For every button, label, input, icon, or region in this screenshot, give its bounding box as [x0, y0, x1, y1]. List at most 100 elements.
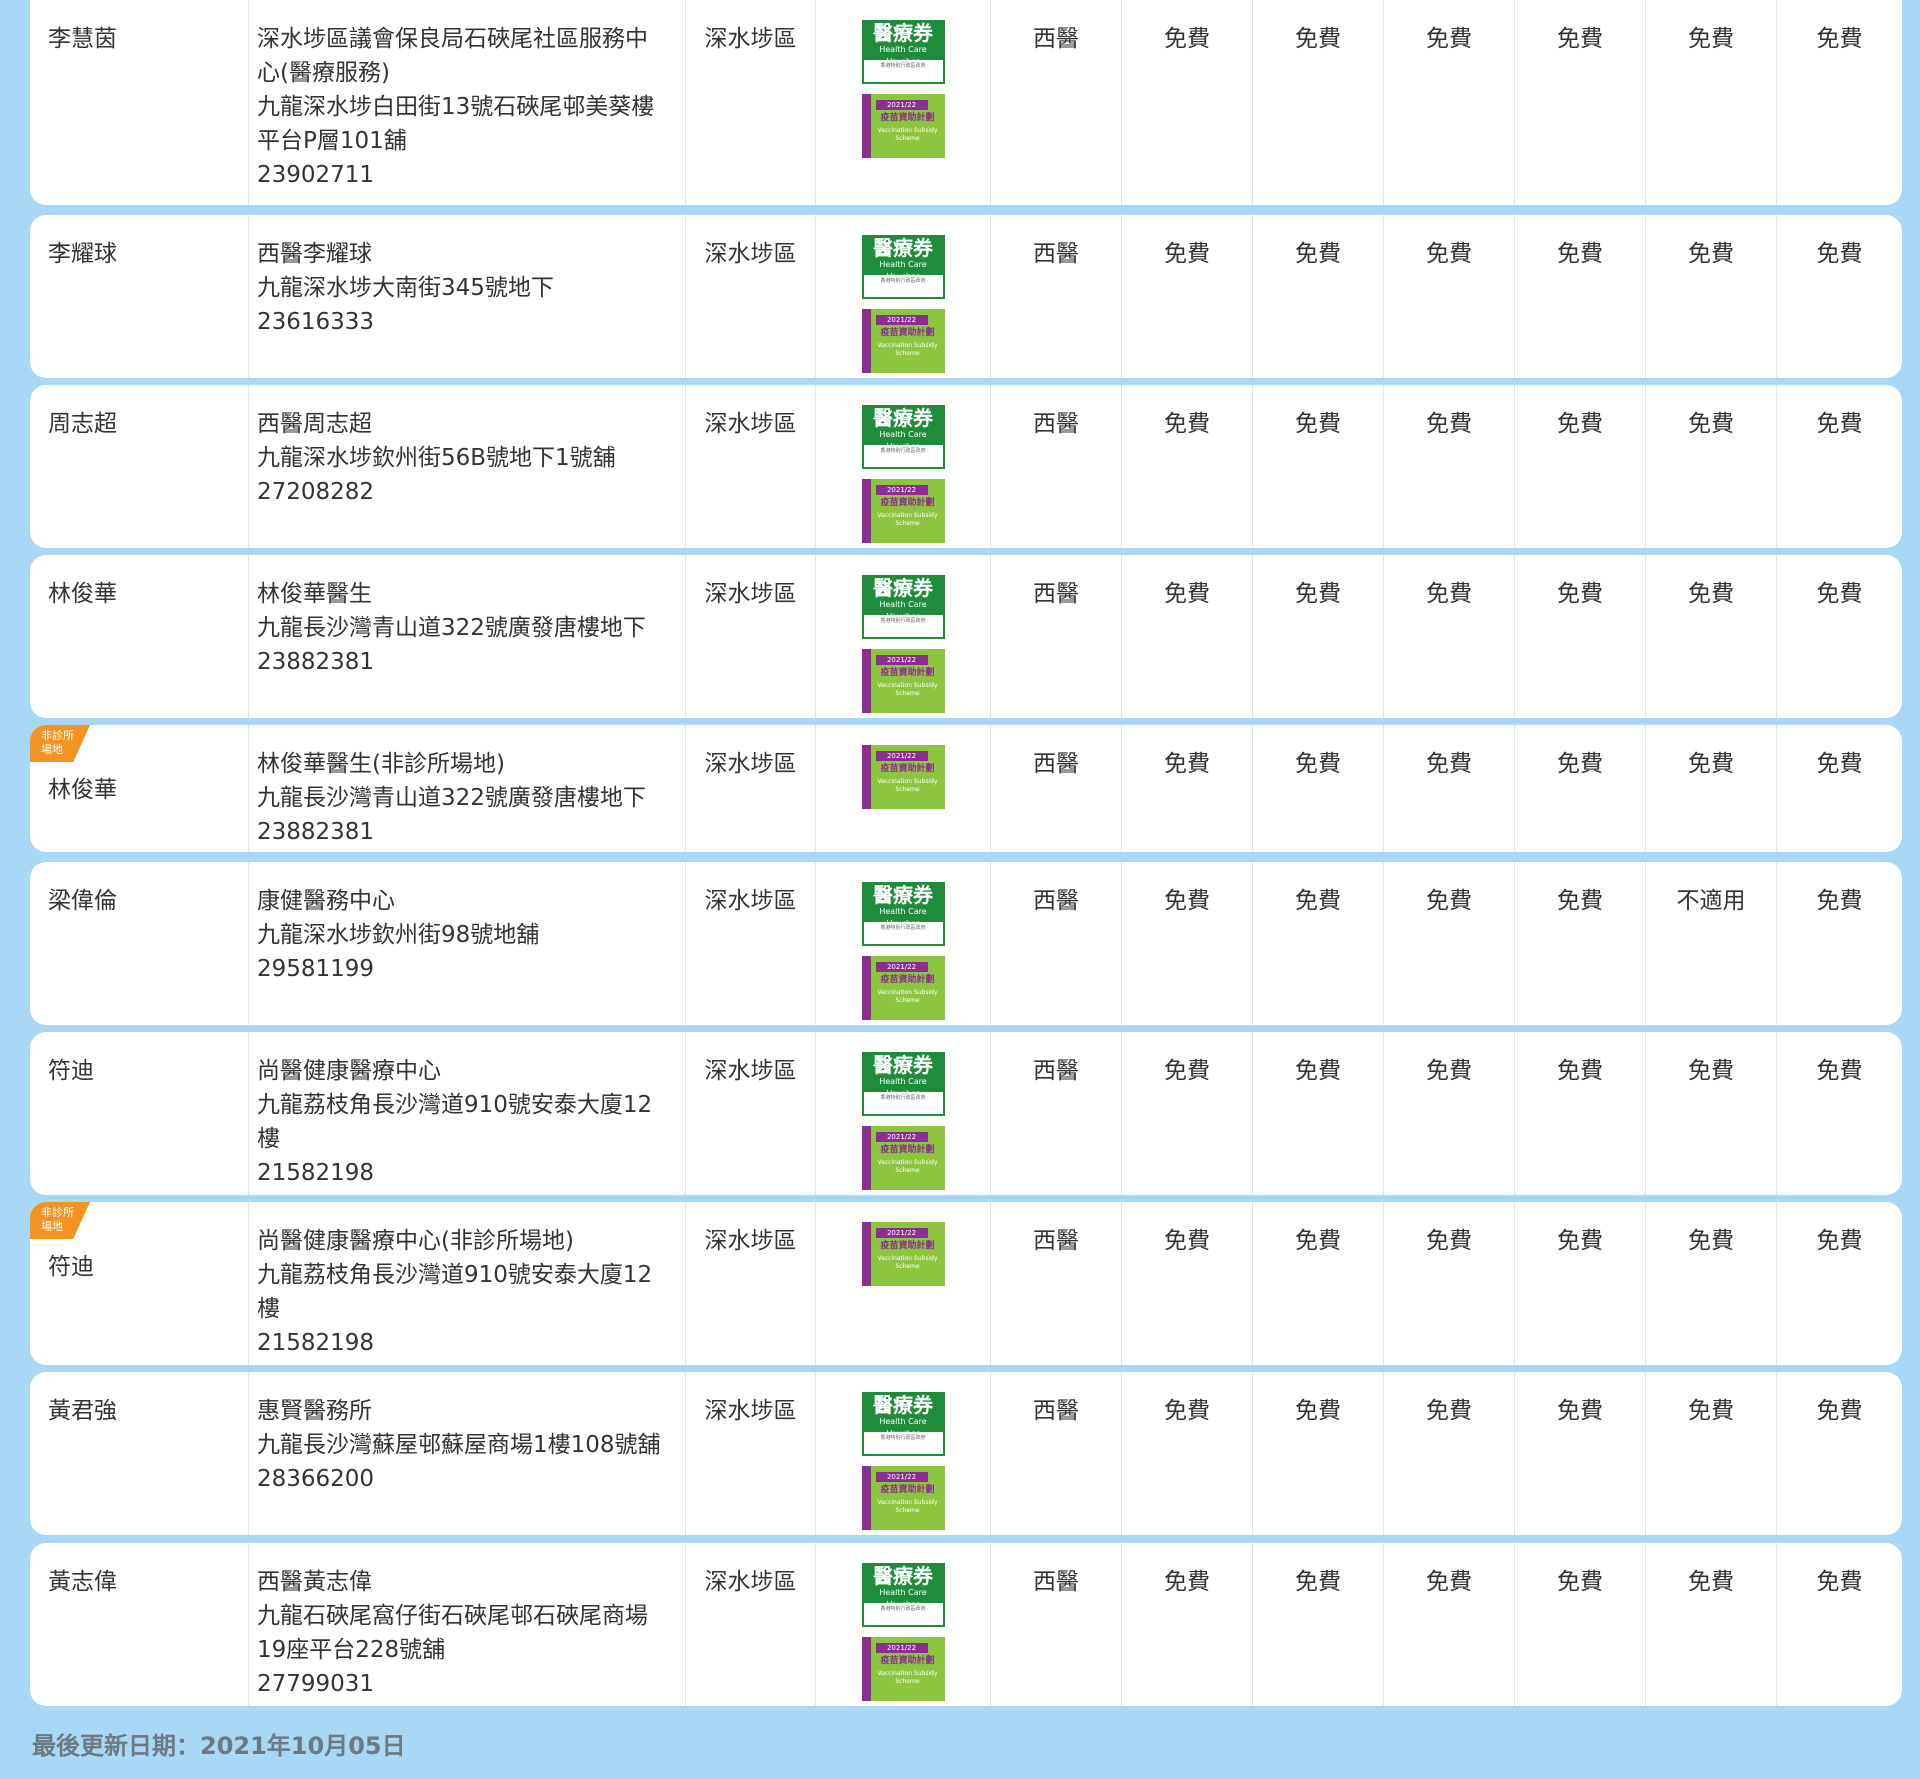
- clinic-info-cell: 林俊華醫生(非診所場地) 九龍長沙灣青山道322號廣發唐樓地下 23882381: [248, 725, 685, 852]
- specialty-cell: 西醫: [990, 862, 1121, 1025]
- clinic-info-line: 西醫黃志偉: [257, 1569, 372, 1595]
- specialty-cell: 西醫: [990, 1543, 1121, 1706]
- clinic-info-line: 西醫李耀球: [257, 241, 372, 267]
- fee-cell: 免費: [1776, 555, 1902, 718]
- fee-cell: 免費: [1252, 555, 1383, 718]
- fee-cell: 免費: [1776, 385, 1902, 548]
- fee-cell: 免費: [1383, 1032, 1514, 1195]
- scheme-icons-cell: 醫療券 Health Care Voucher 香港特別行政區政府 2021/22 疫苗…: [815, 385, 990, 548]
- health-care-voucher-icon: 醫療券 Health Care Voucher 香港特別行政區政府: [861, 1563, 945, 1627]
- clinic-info-line: 21582198: [257, 1160, 375, 1186]
- health-care-voucher-icon: 醫療券 Health Care Voucher 香港特別行政區政府: [861, 405, 945, 469]
- fee-cell: 免費: [1776, 1372, 1902, 1535]
- health-care-voucher-icon: 醫療券 Health Care Voucher 香港特別行政區政府: [861, 235, 945, 299]
- fee-cell: 免費: [1121, 725, 1252, 852]
- vaccination-subsidy-scheme-icon: 2021/22 疫苗資助計劃 Vaccination Subsidy Scheme: [861, 1637, 945, 1701]
- clinic-info-line: 尚醫健康醫療中心: [257, 1058, 441, 1084]
- clinic-info-cell: 西醫黃志偉 九龍石硤尾窩仔街石硤尾邨石硤尾商場 19座平台228號舖 27799031: [248, 1543, 685, 1706]
- doctor-row[interactable]: 黃志偉 西醫黃志偉 九龍石硤尾窩仔街石硤尾邨石硤尾商場 19座平台228號舖 27799…: [30, 1543, 1902, 1706]
- clinic-info-line: 深水埗區議會保良局石硤尾社區服務中: [257, 26, 648, 52]
- clinic-info-line: 九龍深水埗大南街345號地下: [257, 275, 554, 301]
- fee-cell: 免費: [1645, 1032, 1776, 1195]
- doctor-row[interactable]: 李慧茵 深水埗區議會保良局石硤尾社區服務中 心(醫療服務) 九龍深水埗白田街13號石硤…: [30, 0, 1902, 205]
- fee-cell: 免費: [1514, 1202, 1645, 1365]
- doctor-row[interactable]: 李耀球 西醫李耀球 九龍深水埗大南街345號地下 23616333 深水埗區 醫療券 Hea…: [30, 215, 1902, 378]
- doctor-name: 黃君強: [48, 1398, 117, 1424]
- vaccination-subsidy-scheme-icon: 2021/22 疫苗資助計劃 Vaccination Subsidy Scheme: [861, 309, 945, 373]
- fee-cell: 免費: [1383, 862, 1514, 1025]
- doctor-name-cell: 周志超: [30, 385, 248, 548]
- doctor-name-cell: 非診所 場地 符迪: [30, 1202, 248, 1365]
- health-care-voucher-icon: 醫療券 Health Care Voucher 香港特別行政區政府: [861, 1052, 945, 1116]
- fee-cell: 免費: [1252, 215, 1383, 378]
- fee-cell: 免費: [1121, 1202, 1252, 1365]
- doctor-row[interactable]: 非診所 場地林俊華 林俊華醫生(非診所場地) 九龍長沙灣青山道322號廣發唐樓地下 23…: [30, 725, 1902, 852]
- district-cell: 深水埗區: [685, 1202, 815, 1365]
- fee-cell: 免費: [1776, 0, 1902, 205]
- district-cell: 深水埗區: [685, 0, 815, 205]
- clinic-info-line: 27799031: [257, 1671, 375, 1697]
- fee-cell: 免費: [1383, 725, 1514, 852]
- fee-cell: 免費: [1121, 385, 1252, 548]
- fee-cell: 免費: [1645, 385, 1776, 548]
- clinic-info-cell: 西醫李耀球 九龍深水埗大南街345號地下 23616333: [248, 215, 685, 378]
- fee-cell: 免費: [1514, 1543, 1645, 1706]
- fee-cell: 免費: [1645, 0, 1776, 205]
- fee-cell: 免費: [1383, 0, 1514, 205]
- clinic-info-line: 九龍深水埗欽州街98號地舖: [257, 922, 540, 948]
- scheme-icons-cell: 醫療券 Health Care Voucher 香港特別行政區政府 2021/22 疫苗…: [815, 1543, 990, 1706]
- clinic-info-line: 林俊華醫生: [257, 581, 372, 607]
- specialty-cell: 西醫: [990, 555, 1121, 718]
- scheme-icons-cell: 2021/22 疫苗資助計劃 Vaccination Subsidy Scheme: [815, 725, 990, 852]
- fee-cell: 免費: [1514, 215, 1645, 378]
- fee-cell: 免費: [1514, 1032, 1645, 1195]
- scheme-icons-cell: 醫療券 Health Care Voucher 香港特別行政區政府 2021/22 疫苗…: [815, 1032, 990, 1195]
- fee-cell: 免費: [1252, 1543, 1383, 1706]
- health-care-voucher-icon: 醫療券 Health Care Voucher 香港特別行政區政府: [861, 882, 945, 946]
- doctor-name: 梁偉倫: [48, 888, 117, 914]
- clinic-info-line: 29581199: [257, 956, 375, 982]
- fee-cell: 免費: [1121, 1543, 1252, 1706]
- clinic-info-line: 林俊華醫生(非診所場地): [257, 751, 505, 777]
- fee-cell: 免費: [1514, 1372, 1645, 1535]
- district-cell: 深水埗區: [685, 555, 815, 718]
- specialty-cell: 西醫: [990, 215, 1121, 378]
- clinic-info-line: 九龍荔枝角長沙灣道910號安泰大廈12: [257, 1262, 653, 1288]
- doctor-name-cell: 李耀球: [30, 215, 248, 378]
- doctor-row[interactable]: 符迪 尚醫健康醫療中心 九龍荔枝角長沙灣道910號安泰大廈12 樓 21582198 深水…: [30, 1032, 1902, 1195]
- fee-cell: 免費: [1383, 385, 1514, 548]
- doctor-row[interactable]: 黃君強 惠賢醫務所 九龍長沙灣蘇屋邨蘇屋商場1樓108號舖 28366200 深水埗區醫…: [30, 1372, 1902, 1535]
- district-cell: 深水埗區: [685, 862, 815, 1025]
- doctor-row[interactable]: 周志超 西醫周志超 九龍深水埗欽州街56B號地下1號舖 27208282 深水埗區 醫療券…: [30, 385, 1902, 548]
- fee-cell: 免費: [1645, 725, 1776, 852]
- specialty-cell: 西醫: [990, 0, 1121, 205]
- fee-cell: 免費: [1121, 862, 1252, 1025]
- doctor-row[interactable]: 非診所 場地 符迪 尚醫健康醫療中心(非診所場地) 九龍荔枝角長沙灣道910號安泰大廈1…: [30, 1202, 1902, 1365]
- fee-cell: 免費: [1514, 555, 1645, 718]
- scheme-icons-cell: 2021/22 疫苗資助計劃 Vaccination Subsidy Scheme: [815, 1202, 990, 1365]
- clinic-info-line: 21582198: [257, 1330, 375, 1356]
- doctor-name: 林俊華: [48, 777, 117, 803]
- clinic-info-cell: 林俊華醫生 九龍長沙灣青山道322號廣發唐樓地下 23882381: [248, 555, 685, 718]
- doctor-name: 符迪: [48, 1058, 94, 1084]
- doctor-row[interactable]: 林俊華 林俊華醫生 九龍長沙灣青山道322號廣發唐樓地下 23882381 深水埗區 醫療…: [30, 555, 1902, 718]
- district-cell: 深水埗區: [685, 1543, 815, 1706]
- fee-cell: 免費: [1252, 1032, 1383, 1195]
- fee-cell: 免費: [1645, 215, 1776, 378]
- clinic-info-cell: 尚醫健康醫療中心 九龍荔枝角長沙灣道910號安泰大廈12 樓 21582198: [248, 1032, 685, 1195]
- clinic-info-cell: 西醫周志超 九龍深水埗欽州街56B號地下1號舖 27208282: [248, 385, 685, 548]
- specialty-cell: 西醫: [990, 385, 1121, 548]
- fee-cell: 免費: [1252, 0, 1383, 205]
- clinic-info-line: 23882381: [257, 649, 375, 675]
- vaccination-subsidy-scheme-icon: 2021/22 疫苗資助計劃 Vaccination Subsidy Scheme: [861, 1126, 945, 1190]
- doctor-name-cell: 梁偉倫: [30, 862, 248, 1025]
- scheme-icons-cell: 醫療券 Health Care Voucher 香港特別行政區政府 2021/22 疫苗…: [815, 0, 990, 205]
- fee-cell: 免費: [1383, 555, 1514, 718]
- clinic-info-line: 九龍長沙灣蘇屋邨蘇屋商場1樓108號舖: [257, 1432, 661, 1458]
- clinic-info-line: 樓: [257, 1296, 280, 1322]
- doctor-row[interactable]: 梁偉倫 康健醫務中心 九龍深水埗欽州街98號地舖 29581199 深水埗區 醫療券 Hea…: [30, 862, 1902, 1025]
- district-cell: 深水埗區: [685, 215, 815, 378]
- non-clinic-venue-badge: 非診所 場地: [30, 725, 90, 762]
- district-cell: 深水埗區: [685, 1372, 815, 1535]
- district-cell: 深水埗區: [685, 385, 815, 548]
